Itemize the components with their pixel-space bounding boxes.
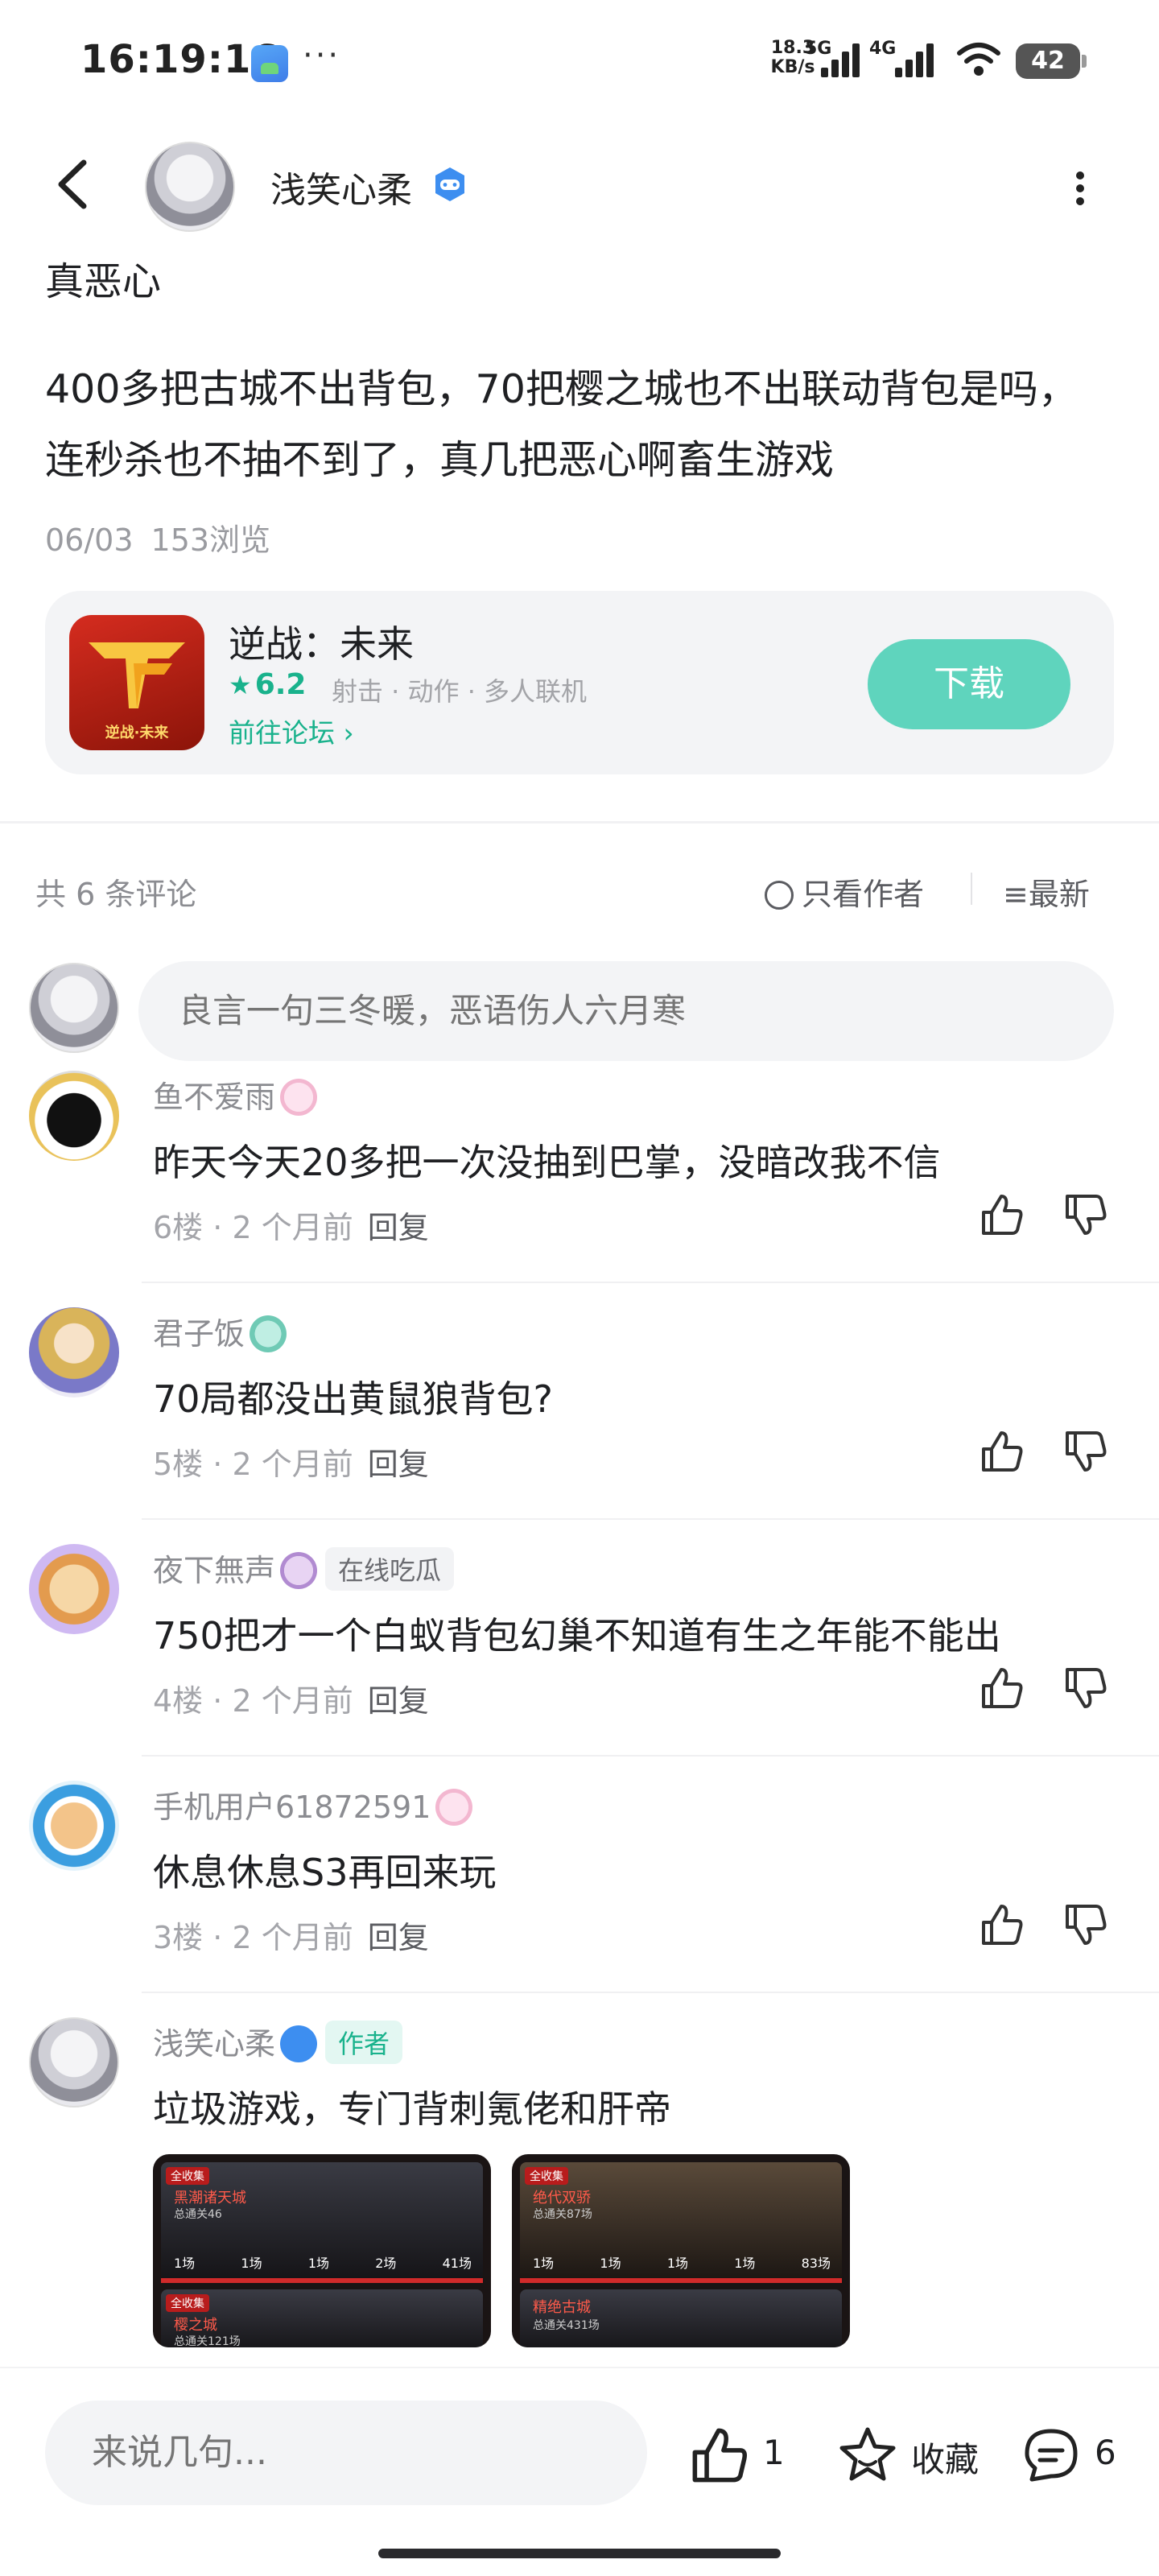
game-card[interactable]: 逆战·未来 逆战：未来 ★ 6.2 射击 · 动作 · 多人联机 前往论坛 › 下… (45, 591, 1114, 774)
gamepad-badge-icon (435, 167, 464, 201)
radio-circle-icon (765, 881, 794, 910)
comment-count-badge: 6 (1095, 2433, 1116, 2472)
character-avatar[interactable] (29, 1307, 119, 1397)
comment-meta: 4楼 · 2 个月前 回复 (153, 1683, 429, 1719)
battery-indicator: 42 (1016, 43, 1087, 79)
comment-input[interactable] (138, 961, 1114, 1061)
sort-button[interactable]: ≡最新 (1003, 869, 1090, 914)
author-name[interactable]: 浅笑心柔 (270, 161, 412, 213)
post-views: 153浏览 (151, 522, 271, 558)
comment-divider (142, 1755, 1159, 1757)
post-body: 400多把古城不出背包，70把樱之城也不出联动背包是吗，连秒杀也不抽不到了，真几… (45, 366, 1078, 483)
stats-panel: 全收集 黑潮诸天城 总通关46 1场 1场 1场 2场 41场 (161, 2162, 483, 2283)
post-title: 真恶心 (45, 259, 162, 304)
comment-text: 昨天今天20多把一次没抽到巴掌，没暗改我不信 (153, 1141, 941, 1184)
gamepad-badge-icon (280, 2025, 318, 2062)
stats-panel: 全收集 樱之城 总通关121场 (161, 2289, 483, 2347)
black-cat-avatar[interactable] (29, 1071, 119, 1161)
game-rating: ★ 6.2 (229, 668, 307, 701)
bottom-action-bar: 1 收藏 6 (0, 2367, 1159, 2576)
reply-button[interactable]: 回复 (368, 1920, 429, 1955)
comment-user[interactable]: 夜下無声 在线吃瓜 (153, 1546, 455, 1591)
stats-panel: 精绝古城 总通关431场 (520, 2289, 842, 2347)
net-4g-label: 4G (869, 39, 897, 59)
screenshot-image[interactable]: 全收集 黑潮诸天城 总通关46 1场 1场 1场 2场 41场 全收集 樱之城 总通关1… (153, 2154, 491, 2347)
thumbs-up-icon[interactable] (977, 1190, 1027, 1240)
comment-user[interactable]: 浅笑心柔 作者 (153, 2019, 403, 2064)
user-tag: 在线吃瓜 (325, 1547, 455, 1591)
comment-divider (142, 1992, 1159, 1993)
favorite-label[interactable]: 收藏 (911, 2433, 979, 2482)
shiba-avatar[interactable] (29, 1781, 119, 1871)
comment-user[interactable]: 君子饭 (153, 1309, 287, 1353)
post-date: 06/03 (45, 522, 134, 558)
comment-count: 共 6 条评论 (35, 877, 197, 912)
game-tags: 射击 · 动作 · 多人联机 (332, 676, 588, 707)
thumbs-down-icon[interactable] (1061, 1900, 1111, 1950)
star-icon: ★ (229, 670, 252, 700)
comment-bubble-icon[interactable] (1021, 2425, 1082, 2486)
thumbs-up-icon[interactable] (977, 1426, 1027, 1476)
notification-app-icon (251, 45, 288, 82)
section-divider (0, 821, 1159, 824)
thumbs-down-icon[interactable] (1061, 1190, 1111, 1240)
forum-link[interactable]: 前往论坛 › (229, 712, 354, 750)
chevron-right-icon: › (343, 717, 354, 749)
author-avatar[interactable] (145, 142, 235, 232)
comment-meta: 5楼 · 2 个月前 回复 (153, 1447, 429, 1482)
comment-divider (142, 1282, 1159, 1283)
thumbs-up-icon[interactable] (977, 1900, 1027, 1950)
status-bar: 16:19:16 ··· 18.3 KB/s 5G 4G 42 (0, 0, 1159, 121)
author-tag: 作者 (325, 2021, 403, 2064)
comment-user[interactable]: 鱼不爱雨 (153, 1072, 318, 1117)
screenshot-image[interactable]: 全收集 绝代双骄 总通关87场 1场 1场 1场 1场 83场 精绝古城 总通关431场 (512, 2154, 850, 2347)
thumbs-up-icon[interactable] (977, 1663, 1027, 1713)
comment-divider (142, 1518, 1159, 1520)
author-avatar[interactable] (29, 2017, 119, 2107)
comment-text: 750把才一个白蚁背包幻巢不知道有生之年能不能出 (153, 1614, 1001, 1657)
cartoon-dog-avatar[interactable] (29, 1544, 119, 1634)
download-button[interactable]: 下载 (868, 639, 1070, 729)
thumbs-down-icon[interactable] (1061, 1663, 1111, 1713)
back-arrow-icon[interactable] (50, 156, 98, 213)
more-options-icon[interactable] (1070, 164, 1090, 213)
wifi-icon (957, 43, 1000, 76)
comment-meta: 6楼 · 2 个月前 回复 (153, 1210, 429, 1245)
star-icon[interactable] (837, 2425, 898, 2486)
globe-badge-icon (250, 1315, 287, 1352)
signal-5g-icon (821, 42, 863, 77)
reply-button[interactable]: 回复 (368, 1683, 429, 1719)
more-notifications-icon: ··· (303, 37, 341, 74)
comment-user[interactable]: 手机用户61872591 (153, 1782, 473, 1827)
anime-badge-icon (280, 1079, 318, 1116)
reply-button[interactable]: 回复 (368, 1447, 429, 1482)
anime-badge-icon (280, 1552, 318, 1589)
comment-text: 垃圾游戏，专门背刺氪佬和肝帝 (153, 2087, 671, 2131)
my-avatar (29, 963, 119, 1053)
thumbs-down-icon[interactable] (1061, 1426, 1111, 1476)
vertical-divider (971, 873, 972, 905)
post-meta: 06/03 153浏览 (45, 515, 270, 559)
sort-icon: ≡ (1003, 877, 1029, 912)
comments-header: 共 6 条评论 只看作者 ≡最新 (0, 861, 1159, 918)
author-only-toggle[interactable]: 只看作者 (765, 869, 924, 914)
like-count: 1 (763, 2433, 785, 2472)
comment-text: 70局都没出黄鼠狼背包? (153, 1377, 553, 1421)
top-bar: 浅笑心柔 (0, 137, 1159, 233)
home-indicator[interactable] (378, 2549, 781, 2558)
network-speed-unit: KB/s (770, 57, 815, 77)
thumbs-up-icon[interactable] (689, 2425, 750, 2486)
status-time: 16:19:16 (80, 37, 279, 82)
game-name: 逆战：未来 (229, 622, 414, 666)
stats-panel: 全收集 绝代双骄 总通关87场 1场 1场 1场 1场 83场 (520, 2162, 842, 2283)
anime-badge-icon (435, 1789, 473, 1826)
game-logo: 逆战·未来 (69, 615, 204, 750)
quick-comment-input[interactable] (45, 2401, 647, 2505)
comment-text: 休息休息S3再回来玩 (153, 1851, 497, 1894)
reply-button[interactable]: 回复 (368, 1210, 429, 1245)
comment-meta: 3楼 · 2 个月前 回复 (153, 1920, 429, 1955)
signal-4g-icon (895, 42, 937, 77)
